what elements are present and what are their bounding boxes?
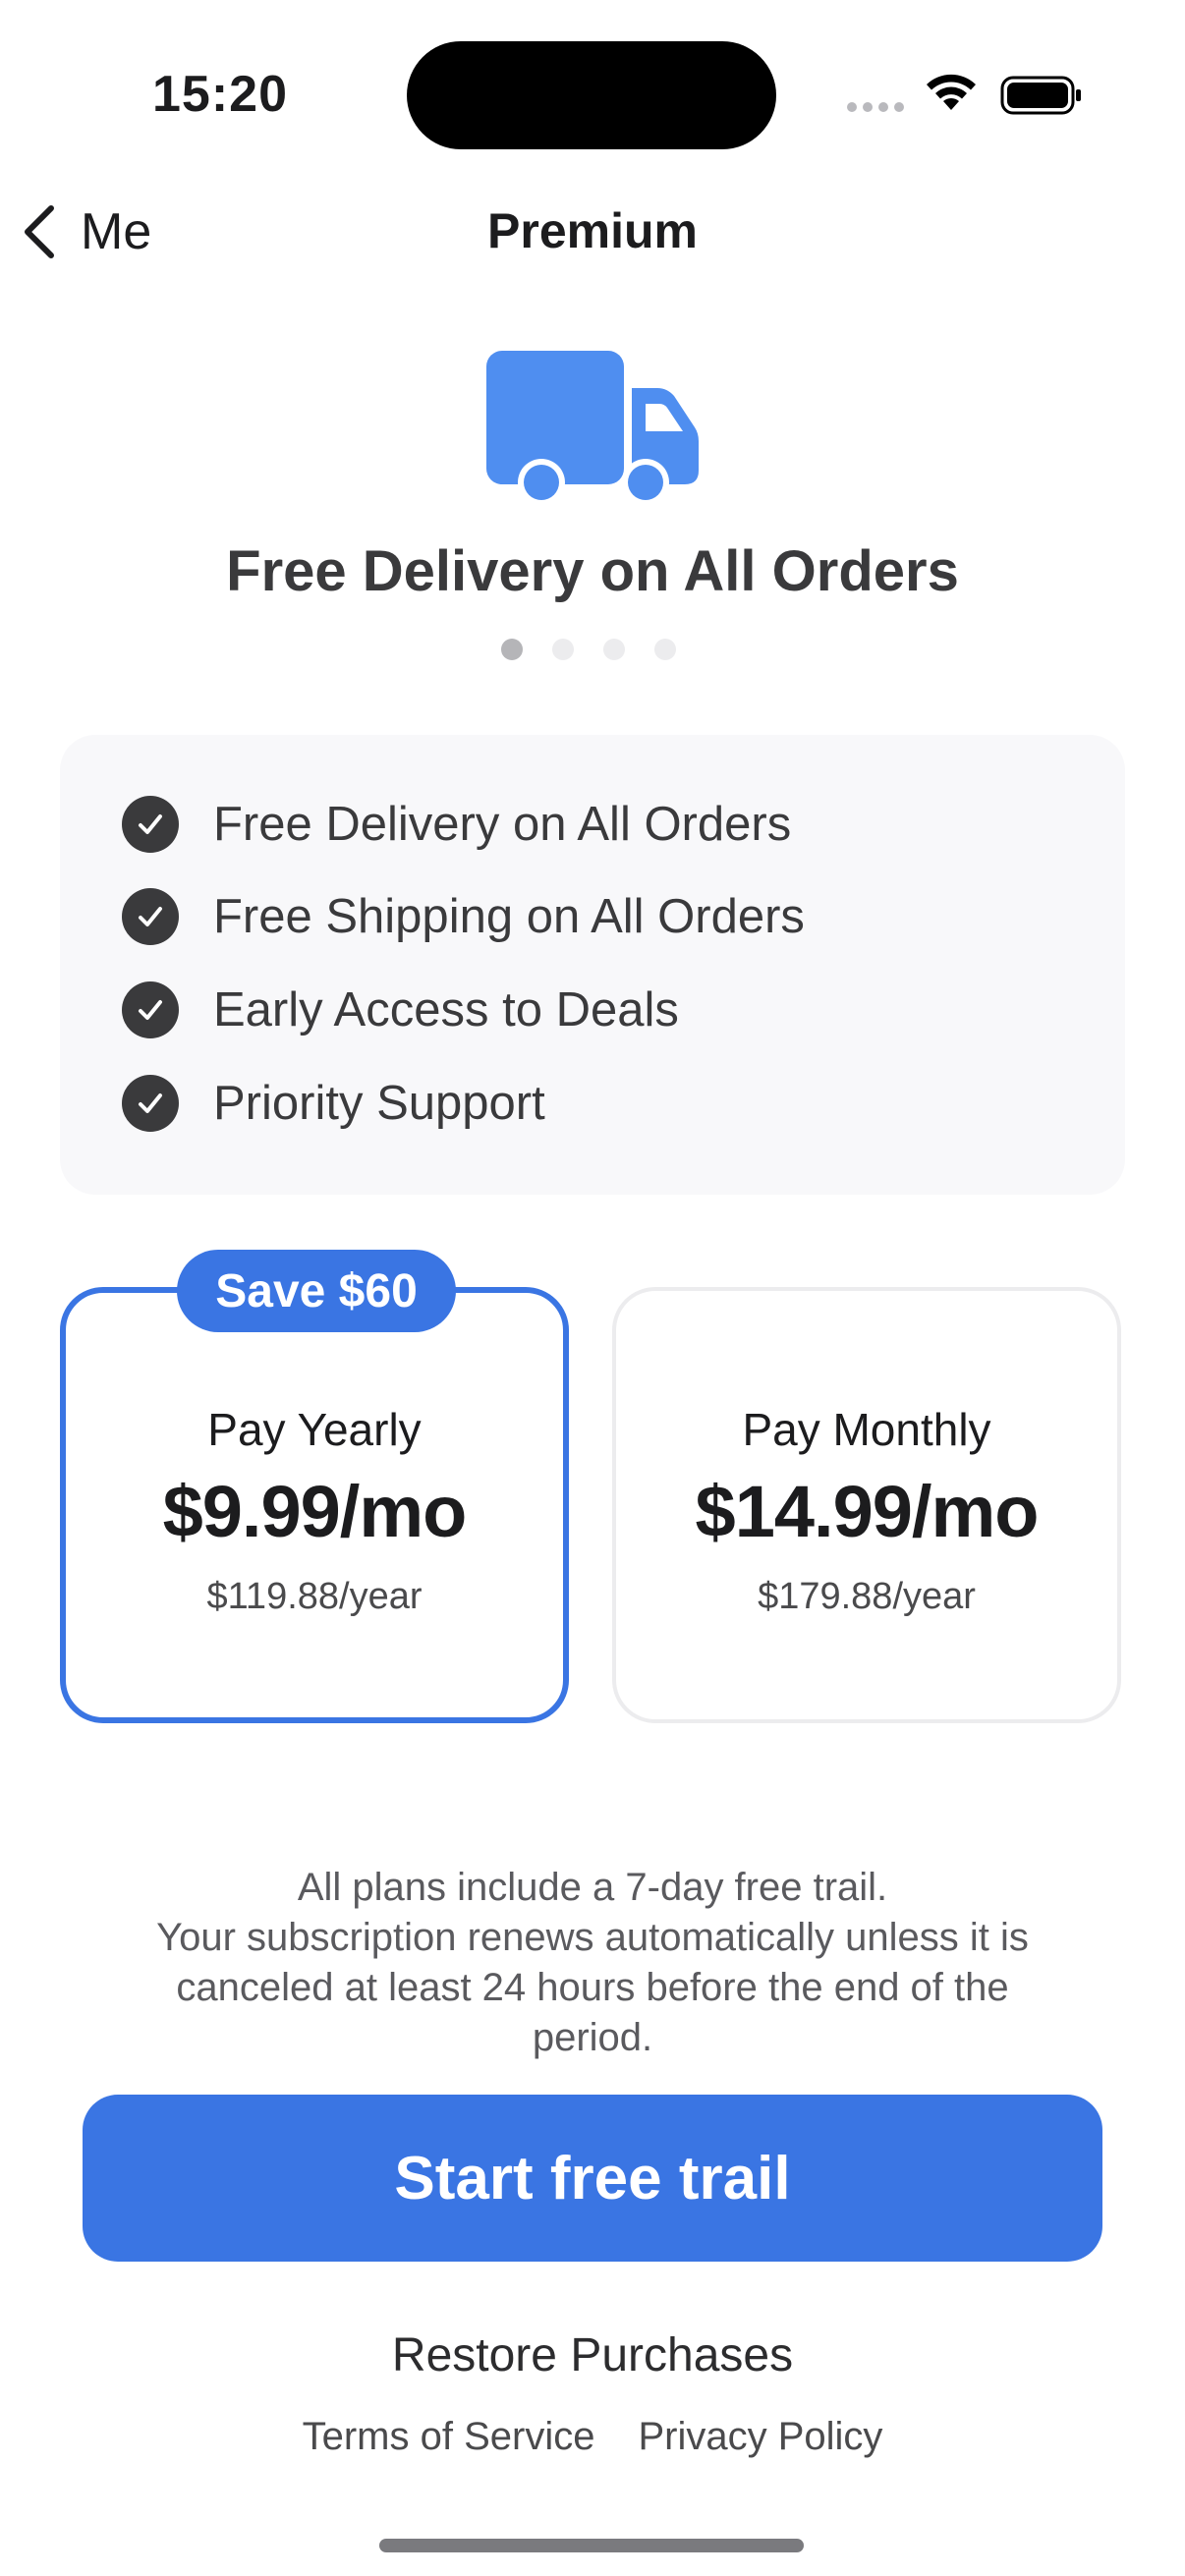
- features-card: Free Delivery on All Orders Free Shippin…: [60, 735, 1125, 1195]
- page-dot-2[interactable]: [552, 639, 574, 660]
- disclaimer-line: Your subscription renews automatically u…: [156, 1916, 1029, 1959]
- restore-purchases-link[interactable]: Restore Purchases: [0, 2328, 1185, 2382]
- plan-annual-price: $119.88/year: [206, 1576, 423, 1617]
- terms-of-service-link[interactable]: Terms of Service: [303, 2415, 595, 2459]
- subscription-disclaimer: All plans include a 7-day free trail. Yo…: [98, 1863, 1087, 2063]
- home-indicator[interactable]: [379, 2539, 804, 2552]
- plan-monthly-card[interactable]: Pay Monthly $14.99/mo $179.88/year: [612, 1287, 1121, 1723]
- feature-item: Early Access to Deals: [122, 981, 679, 1038]
- save-badge: Save $60: [177, 1250, 456, 1332]
- plan-annual-price: $179.88/year: [758, 1576, 976, 1617]
- disclaimer-line: period.: [532, 2016, 653, 2059]
- feature-label: Free Delivery on All Orders: [213, 798, 792, 851]
- feature-item: Free Shipping on All Orders: [122, 888, 805, 945]
- privacy-policy-link[interactable]: Privacy Policy: [638, 2415, 882, 2459]
- truck-icon: [486, 351, 699, 506]
- plan-price: $9.99/mo: [162, 1471, 468, 1552]
- battery-icon: [1000, 76, 1081, 115]
- feature-label: Priority Support: [213, 1077, 545, 1130]
- disclaimer-line: canceled at least 24 hours before the en…: [176, 1966, 1009, 2009]
- legal-links: Terms of Service Privacy Policy: [0, 2415, 1185, 2459]
- checkmark-icon: [122, 1075, 179, 1132]
- cellular-signal-icon: [847, 102, 904, 112]
- page-dot-3[interactable]: [603, 639, 625, 660]
- page-title: Premium: [487, 203, 698, 258]
- feature-item: Priority Support: [122, 1075, 545, 1132]
- page-dot-1[interactable]: [501, 639, 523, 660]
- plan-yearly-card[interactable]: Pay Yearly $9.99/mo $119.88/year: [60, 1287, 569, 1723]
- page-indicator[interactable]: [501, 639, 676, 660]
- feature-label: Free Shipping on All Orders: [213, 890, 805, 943]
- feature-item: Free Delivery on All Orders: [122, 796, 791, 853]
- checkmark-icon: [122, 981, 179, 1038]
- dynamic-island: [407, 41, 776, 149]
- feature-label: Early Access to Deals: [213, 983, 679, 1036]
- checkmark-icon: [122, 888, 179, 945]
- plan-price: $14.99/mo: [695, 1471, 1040, 1552]
- status-time: 15:20: [152, 66, 288, 123]
- plan-name: Pay Monthly: [742, 1404, 991, 1455]
- checkmark-icon: [122, 796, 179, 853]
- start-free-trial-button[interactable]: Start free trail: [83, 2095, 1102, 2262]
- hero-title: Free Delivery on All Orders: [226, 539, 959, 603]
- disclaimer-line: All plans include a 7-day free trail.: [297, 1866, 888, 1909]
- plan-name: Pay Yearly: [207, 1404, 422, 1455]
- wifi-icon: [927, 74, 976, 110]
- page-dot-4[interactable]: [654, 639, 676, 660]
